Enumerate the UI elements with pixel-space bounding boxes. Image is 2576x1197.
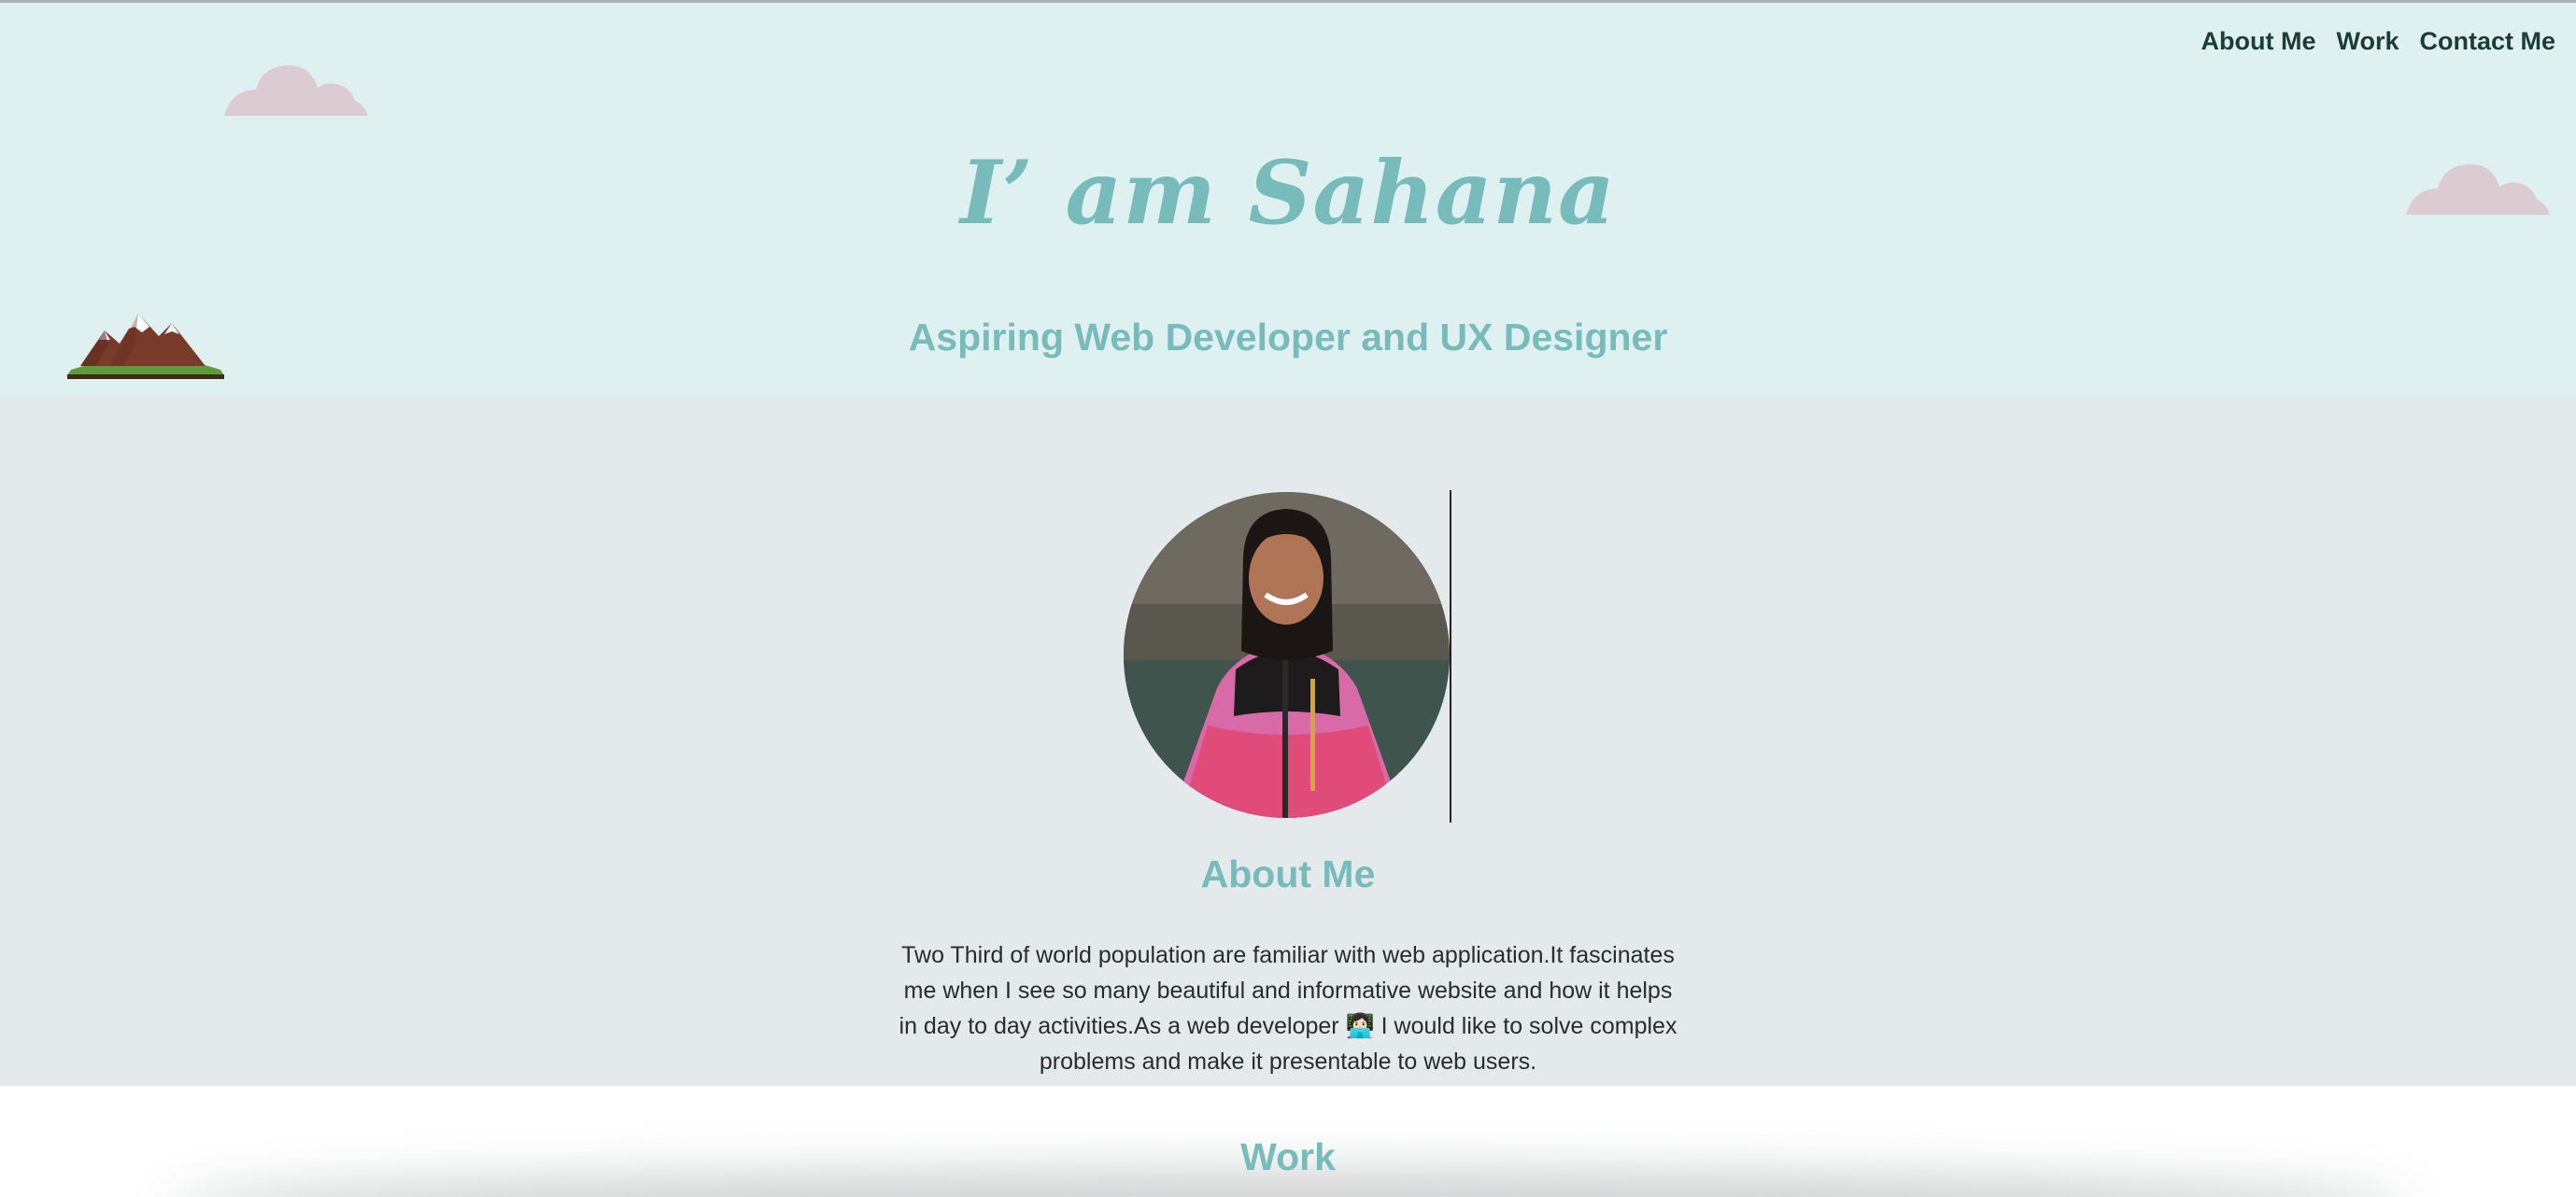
top-nav: About Me Work Contact Me	[2201, 27, 2555, 56]
hero-subtitle: Aspiring Web Developer and UX Designer	[908, 316, 1668, 359]
profile-photo	[1124, 492, 1450, 818]
nav-link-contact-me[interactable]: Contact Me	[2419, 27, 2555, 56]
nav-link-about-me[interactable]: About Me	[2201, 27, 2315, 56]
work-heading: Work	[1240, 1135, 1336, 1178]
vertical-divider	[1450, 490, 1451, 823]
cloud-icon	[224, 64, 368, 116]
work-section: Work	[0, 1086, 2576, 1197]
nav-link-work[interactable]: Work	[2336, 27, 2399, 56]
hero-title: I’ am Sahana	[960, 142, 1616, 245]
about-heading: About Me	[1200, 852, 1376, 895]
about-paragraph: Two Third of world population are famili…	[899, 942, 1677, 1075]
